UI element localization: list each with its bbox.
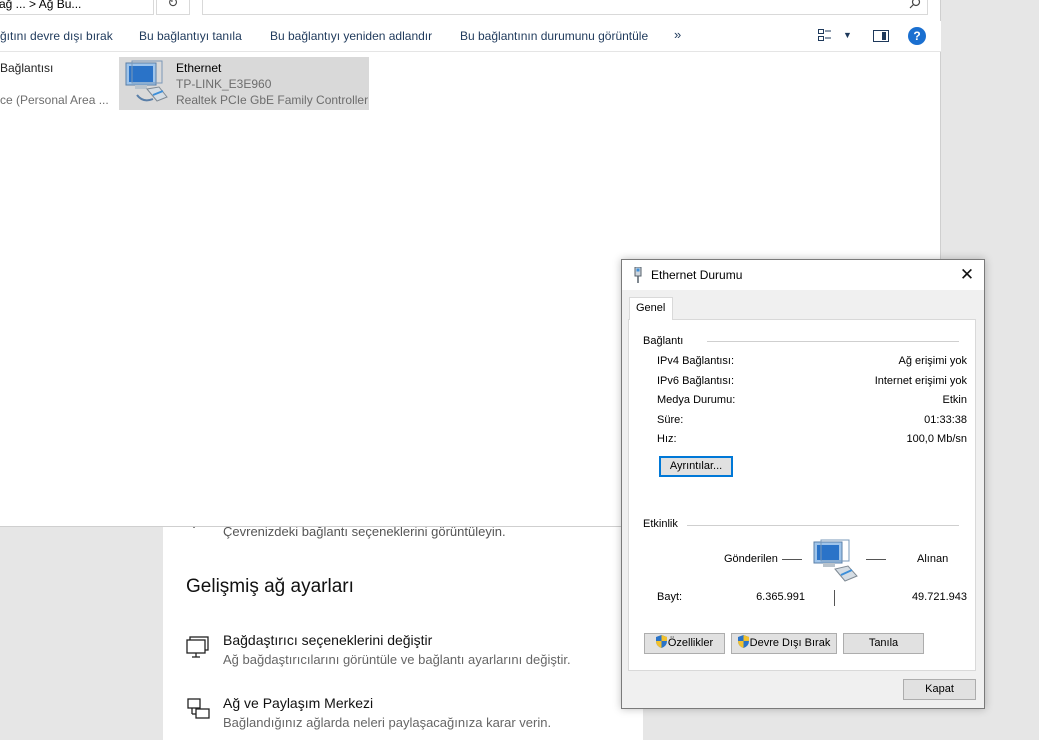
ethernet-cable-icon — [634, 267, 642, 283]
received-label: Alınan — [917, 553, 949, 565]
network-adapter-icon — [125, 60, 168, 102]
media-state-value: Etkin — [942, 394, 967, 406]
view-status-command[interactable]: Bu bağlantının durumunu görüntüle — [460, 29, 648, 43]
change-view-icon[interactable] — [818, 29, 832, 43]
change-adapter-options-title: Bağdaştırıcı seçeneklerini değiştir — [223, 632, 433, 648]
uac-shield-icon — [737, 635, 749, 648]
activity-group-divider — [687, 525, 959, 526]
bytes-divider — [834, 590, 835, 606]
bytes-label: Bayt: — [657, 591, 683, 603]
diagnose-connection-command[interactable]: Bu bağlantıyı tanıla — [139, 29, 242, 43]
general-tab-panel: Bağlantı IPv4 Bağlantısı: Ağ erişimi yok… — [628, 319, 976, 671]
disable-button-label: Devre Dışı Bırak — [749, 637, 831, 649]
media-state-label: Medya Durumu: — [657, 394, 736, 406]
connection-group-divider — [707, 341, 959, 342]
advanced-network-settings-heading: Gelişmiş ağ ayarları — [186, 576, 354, 597]
ethernet-connection-item[interactable]: Ethernet TP-LINK_E3E960 Realtek PCIe GbE… — [119, 57, 369, 110]
duration-label: Süre: — [657, 414, 684, 426]
disable-button[interactable]: Devre Dışı Bırak — [731, 633, 837, 654]
ipv6-label: IPv6 Bağlantısı: — [657, 375, 735, 387]
refresh-icon: ↻ — [167, 0, 179, 10]
ipv4-label: IPv4 Bağlantısı: — [657, 355, 735, 367]
search-icon — [909, 0, 921, 9]
ethernet-status-dialog: Ethernet Durumu ✕ Genel Bağlantı IPv4 Ba… — [621, 259, 985, 709]
view-dropdown-icon[interactable]: ▼ — [843, 30, 852, 40]
preview-pane-icon[interactable] — [873, 30, 889, 42]
bytes-received-value: 49.721.943 — [911, 591, 967, 603]
network-sharing-center-desc: Bağlandığınız ağlarda neleri paylaşacağı… — [223, 715, 552, 730]
dialog-titlebar[interactable]: Ethernet Durumu ✕ — [622, 260, 984, 290]
speed-label: Hız: — [657, 433, 677, 445]
close-icon[interactable]: ✕ — [950, 260, 984, 290]
sent-label: Gönderilen — [724, 553, 778, 565]
breadcrumb-text: ağ ... > Ağ Bu... — [0, 0, 82, 11]
network-sharing-center-title: Ağ ve Paylaşım Merkezi — [223, 695, 374, 711]
connection-name: Ethernet — [176, 61, 222, 75]
refresh-button[interactable]: ↻ — [156, 0, 190, 15]
list-item-bluetooth-device: ce (Personal Area ... — [0, 93, 109, 107]
breadcrumb[interactable]: ağ ... > Ağ Bu... ▼ — [0, 0, 154, 15]
details-button[interactable]: Ayrıntılar... — [659, 456, 733, 477]
tab-general[interactable]: Genel — [629, 297, 673, 320]
command-bar: ğıtını devre dışı bırak Bu bağlantıyı ta… — [0, 21, 941, 52]
speed-value: 100,0 Mb/sn — [906, 433, 967, 445]
help-icon[interactable]: ? — [908, 27, 926, 45]
connection-network: TP-LINK_E3E960 — [176, 77, 272, 91]
uac-shield-icon — [655, 635, 667, 648]
diagnose-button[interactable]: Tanıla — [843, 633, 924, 654]
properties-button-label: Özellikler — [667, 637, 714, 649]
sharing-center-icon — [187, 698, 210, 719]
chevron-down-icon[interactable]: ▼ — [133, 0, 143, 2]
change-adapter-options-desc: Ağ bağdaştırıcılarını görüntüle ve bağla… — [223, 652, 571, 667]
monitor-icon — [186, 636, 209, 658]
bytes-sent-value: 6.365.991 — [756, 591, 805, 603]
address-row: ağ ... > Ağ Bu... ▼ ↻ — [0, 0, 941, 20]
dialog-title: Ethernet Durumu — [651, 268, 743, 282]
connection-group-label: Bağlantı — [643, 335, 688, 347]
activity-computers-icon — [813, 539, 858, 582]
received-dash — [866, 559, 886, 560]
activity-group-label: Etkinlik — [643, 518, 682, 530]
close-button[interactable]: Kapat — [903, 679, 976, 700]
sent-dash — [782, 559, 802, 560]
duration-value: 01:33:38 — [924, 414, 967, 426]
more-commands-button[interactable]: » — [674, 27, 681, 42]
search-input[interactable] — [202, 0, 928, 15]
rename-connection-command[interactable]: Bu bağlantıyı yeniden adlandır — [270, 29, 432, 43]
disable-device-command[interactable]: ğıtını devre dışı bırak — [0, 29, 113, 43]
ipv6-value: Internet erişimi yok — [874, 375, 967, 387]
connection-adapter: Realtek PCIe GbE Family Controller — [176, 93, 369, 107]
list-item-bluetooth-name[interactable]: Bağlantısı — [0, 61, 53, 75]
ipv4-value: Ağ erişimi yok — [898, 355, 967, 367]
properties-button[interactable]: Özellikler — [644, 633, 725, 654]
settings-window: Çevrenizdeki bağlantı seçeneklerini görü… — [163, 500, 643, 740]
